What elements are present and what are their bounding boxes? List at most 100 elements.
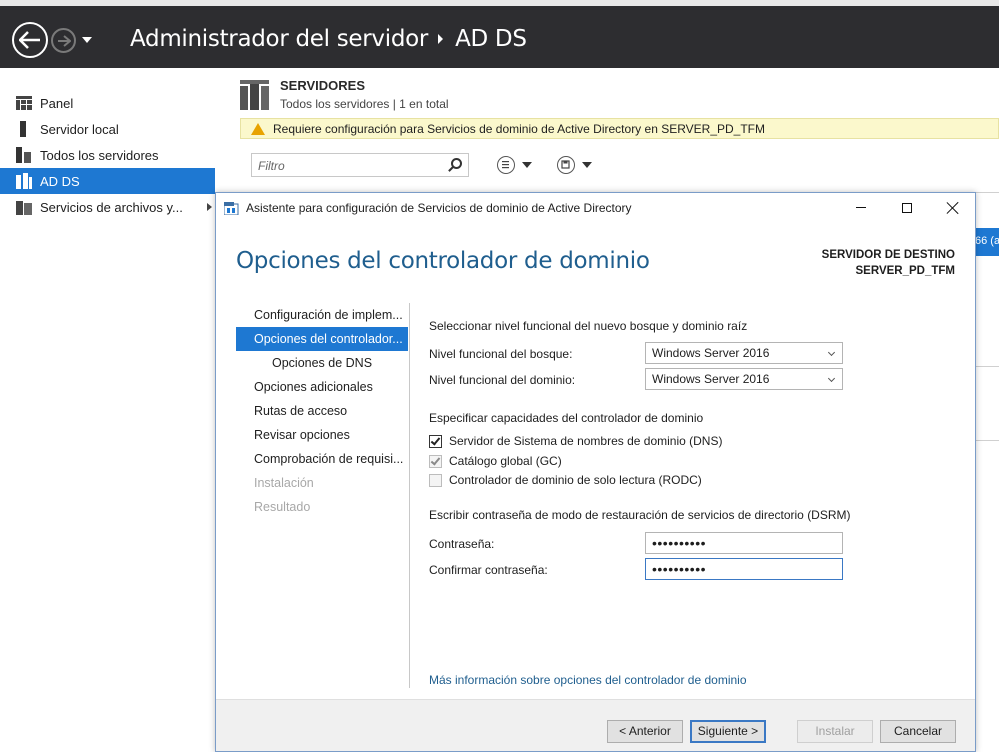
- forest-level-label: Nivel funcional del bosque:: [429, 347, 573, 361]
- sidebar-item-panel[interactable]: Panel: [0, 90, 215, 116]
- destination-name: SERVER_PD_TFM: [855, 265, 955, 277]
- breadcrumb-root[interactable]: Administrador del servidor: [130, 26, 428, 52]
- checkbox-checked-disabled-icon: [429, 454, 442, 468]
- servers-subtitle: Todos los servidores | 1 en total: [280, 97, 449, 111]
- breadcrumb: Administrador del servidor AD DS: [130, 26, 527, 52]
- checkbox-checked-icon[interactable]: [429, 434, 442, 448]
- step-installation: Instalación: [254, 476, 314, 490]
- rodc-capability-checkbox: Controlador de dominio de solo lectura (…: [429, 473, 702, 487]
- history-dropdown-icon[interactable]: [82, 37, 92, 43]
- dns-capability-label: Servidor de Sistema de nombres de domini…: [449, 434, 723, 448]
- step-results: Resultado: [254, 500, 311, 514]
- minimize-icon: [856, 207, 866, 208]
- forest-level-select[interactable]: Windows Server 2016: [645, 342, 843, 364]
- wizard-icon: [223, 201, 240, 215]
- maximize-button[interactable]: [884, 193, 930, 222]
- more-info-link[interactable]: Más información sobre opciones del contr…: [429, 673, 747, 687]
- dashboard-icon: [15, 95, 33, 111]
- password-label: Contraseña:: [429, 537, 495, 551]
- close-button[interactable]: [930, 193, 976, 222]
- list-options-icon: [497, 156, 515, 174]
- file-services-icon: [15, 199, 33, 215]
- destination-server: SERVIDOR DE DESTINO SERVER_PD_TFM: [822, 247, 955, 279]
- dsrm-header: Escribir contraseña de modo de restaurac…: [429, 508, 851, 522]
- warning-icon: [251, 122, 265, 135]
- previous-button[interactable]: < Anterior: [607, 720, 683, 743]
- config-warning-bar[interactable]: Requiere configuración para Servicios de…: [240, 118, 999, 139]
- view-options-button[interactable]: [497, 156, 537, 174]
- cancel-button[interactable]: Cancelar: [880, 720, 956, 743]
- breadcrumb-current[interactable]: AD DS: [455, 26, 527, 52]
- step-dc-options[interactable]: Opciones del controlador...: [236, 327, 408, 351]
- adds-config-wizard: Asistente para configuración de Servicio…: [215, 192, 976, 752]
- domain-level-select[interactable]: Windows Server 2016: [645, 368, 843, 390]
- minimize-button[interactable]: [838, 193, 884, 222]
- arrow-left-icon: [19, 31, 40, 49]
- sidebar-item-label: Servidor local: [40, 121, 119, 137]
- arrow-right-icon: [57, 34, 71, 47]
- filter-input[interactable]: Filtro: [251, 153, 469, 177]
- gc-capability-checkbox: Catálogo global (GC): [429, 454, 562, 468]
- servers-title: SERVIDORES: [280, 78, 366, 93]
- divider: [975, 366, 999, 367]
- save-icon: [557, 156, 575, 174]
- maximize-icon: [902, 202, 912, 213]
- sidebar-item-local-server[interactable]: Servidor local: [0, 116, 215, 142]
- dialog-titlebar[interactable]: Asistente para configuración de Servicio…: [216, 193, 975, 222]
- install-button: Instalar: [797, 720, 873, 743]
- rodc-capability-label: Controlador de dominio de solo lectura (…: [449, 473, 702, 487]
- page-title: Opciones del controlador de dominio: [236, 248, 650, 274]
- chevron-down-icon: [522, 162, 532, 168]
- expand-arrow-icon[interactable]: [207, 203, 212, 211]
- breadcrumb-separator-icon: [438, 34, 444, 44]
- confirm-password-field[interactable]: ••••••••••: [645, 558, 843, 580]
- sidebar-item-label: Todos los servidores: [40, 147, 159, 163]
- checkbox-unchecked-disabled-icon: [429, 473, 442, 487]
- save-query-button[interactable]: [557, 156, 597, 174]
- forward-button[interactable]: [51, 28, 76, 53]
- password-field[interactable]: ••••••••••: [645, 532, 843, 554]
- chevron-down-icon: [827, 348, 836, 357]
- sidebar-item-all-servers[interactable]: Todos los servidores: [0, 142, 215, 168]
- step-dns-options[interactable]: Opciones de DNS: [236, 351, 408, 375]
- servers-tile-icon: [240, 80, 270, 110]
- server-icon: [15, 121, 33, 137]
- forest-level-value: Windows Server 2016: [652, 346, 770, 360]
- sidebar-item-file-services[interactable]: Servicios de archivos y...: [0, 194, 215, 220]
- divider: [409, 303, 410, 688]
- confirm-password-label: Confirmar contraseña:: [429, 563, 548, 577]
- dialog-footer: < Anterior Siguiente > Instalar Cancelar: [216, 699, 975, 751]
- sidebar-item-label: AD DS: [40, 173, 80, 189]
- back-button[interactable]: [12, 22, 48, 58]
- sidebar-item-label: Panel: [40, 95, 74, 111]
- sidebar-item-adds[interactable]: AD DS: [0, 168, 215, 194]
- capabilities-header: Especificar capacidades del controlador …: [429, 411, 704, 425]
- adds-icon: [15, 173, 33, 189]
- sidebar-item-label: Servicios de archivos y...: [40, 199, 183, 215]
- domain-level-label: Nivel funcional del dominio:: [429, 373, 576, 387]
- dialog-title: Asistente para configuración de Servicio…: [246, 200, 632, 215]
- step-deployment-config[interactable]: Configuración de implem...: [236, 303, 408, 327]
- chevron-down-icon: [827, 374, 836, 383]
- servers-icon: [15, 147, 33, 163]
- functional-level-header: Seleccionar nivel funcional del nuevo bo…: [429, 319, 748, 333]
- close-icon: [947, 202, 959, 214]
- app-titlebar: Administrador del servidor AD DS: [0, 0, 999, 68]
- dns-capability-checkbox[interactable]: Servidor de Sistema de nombres de domini…: [429, 434, 722, 448]
- next-button[interactable]: Siguiente >: [690, 720, 766, 743]
- step-prerequisites-check[interactable]: Comprobación de requisi...: [236, 447, 408, 471]
- chevron-down-icon: [582, 162, 592, 168]
- wizard-steps: Configuración de implem... Opciones del …: [236, 303, 408, 519]
- divider: [975, 440, 999, 441]
- warning-text: Requiere configuración para Servicios de…: [273, 121, 766, 136]
- step-additional-options[interactable]: Opciones adicionales: [236, 375, 408, 399]
- gc-capability-label: Catálogo global (GC): [449, 454, 562, 468]
- server-row-peek[interactable]: 66 (a: [975, 228, 999, 256]
- filter-placeholder: Filtro: [258, 159, 285, 173]
- sidebar: Panel Servidor local Todos los servidore…: [0, 68, 215, 752]
- search-icon[interactable]: [451, 158, 462, 169]
- step-paths[interactable]: Rutas de acceso: [236, 399, 408, 423]
- domain-level-value: Windows Server 2016: [652, 372, 770, 386]
- step-review-options[interactable]: Revisar opciones: [236, 423, 408, 447]
- destination-label: SERVIDOR DE DESTINO: [821, 249, 955, 261]
